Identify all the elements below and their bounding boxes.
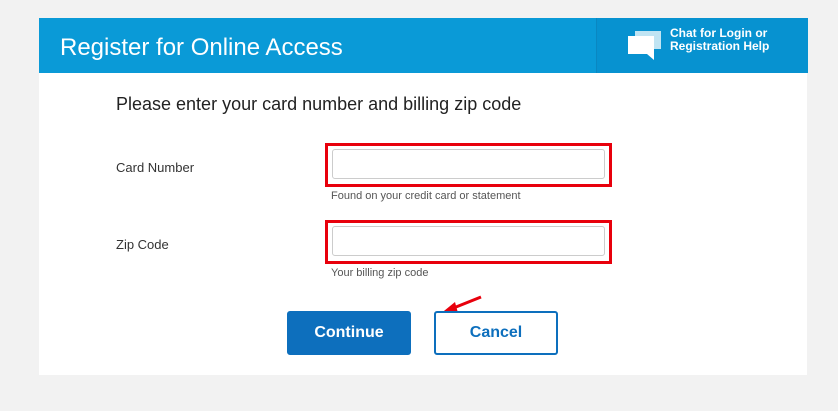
zip-code-label: Zip Code — [116, 237, 169, 252]
card-number-field[interactable] — [332, 149, 605, 179]
chat-help-line2: Registration Help — [670, 39, 770, 53]
continue-button[interactable]: Continue — [287, 311, 411, 355]
chat-help-button[interactable]: Chat for Login or Registration Help — [596, 18, 808, 73]
zip-code-highlight — [325, 220, 612, 264]
card-number-label: Card Number — [116, 160, 195, 175]
zip-code-hint: Your billing zip code — [331, 267, 429, 279]
card-number-hint: Found on your credit card or statement — [331, 190, 521, 202]
form-instruction: Please enter your card number and billin… — [116, 94, 522, 114]
registration-card: Register for Online Access Chat for Logi… — [39, 18, 808, 375]
chat-help-label: Chat for Login or Registration Help — [670, 27, 800, 53]
page-title: Register for Online Access — [60, 34, 343, 61]
cancel-button[interactable]: Cancel — [434, 311, 558, 355]
zip-code-field[interactable] — [332, 226, 605, 256]
chat-bubbles-icon — [628, 31, 661, 60]
header-bar: Register for Online Access Chat for Logi… — [39, 18, 808, 73]
card-number-highlight — [325, 143, 612, 187]
